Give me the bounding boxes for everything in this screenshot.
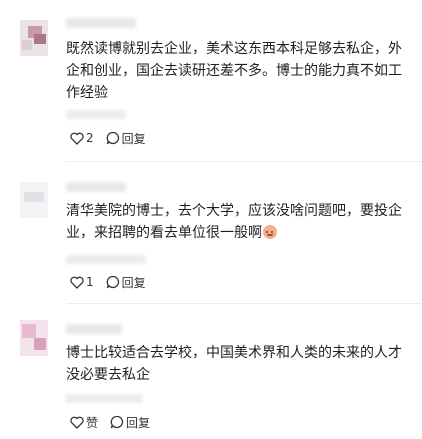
username-obscured [66, 182, 126, 192]
reply-label: 回复 [121, 131, 146, 146]
comment-meta-obscured [66, 110, 126, 119]
comment-actions: 2 回复 [70, 130, 158, 146]
comment-body: 清华美院的博士，去个大学，应该没啥问题吧，要投企业，来招聘的看去单位很一般啊 [66, 203, 402, 241]
like-label: 赞 [86, 415, 99, 430]
username-obscured [66, 18, 136, 28]
reply-label: 回复 [126, 415, 151, 430]
comment-text: 清华美院的博士，去个大学，应该没啥问题吧，要投企业，来招聘的看去单位很一般啊 [66, 200, 408, 244]
speech-bubble-icon [106, 275, 119, 289]
heart-icon [70, 276, 84, 289]
reply-button[interactable]: 回复 [110, 414, 150, 431]
avatar[interactable] [20, 320, 48, 356]
avatar[interactable] [20, 20, 48, 56]
reply-button[interactable]: 回复 [106, 130, 146, 147]
heart-icon [70, 132, 84, 145]
speech-bubble-icon [110, 415, 124, 429]
avatar[interactable] [20, 182, 48, 218]
comment-meta-obscured [66, 394, 142, 403]
reply-button[interactable]: 回复 [106, 274, 146, 291]
comment-item: 博士比较适合去学校，中国美术界和人类的未来的人才没必要去私企 赞 回复 [0, 304, 422, 439]
speech-bubble-icon [106, 131, 119, 145]
username-obscured [66, 324, 122, 334]
emoji-icon [263, 225, 277, 239]
comment-item: 清华美院的博士，去个大学，应该没啥问题吧，要投企业，来招聘的看去单位很一般啊 1… [0, 162, 422, 304]
comment-actions: 1 回复 [70, 274, 158, 290]
comment-text: 博士比较适合去学校，中国美术界和人类的未来的人才没必要去私企 [66, 345, 402, 383]
like-button[interactable]: 2 [70, 131, 94, 145]
comment-text: 既然读博就别去企业，美术这东西本科足够去私企，外企和创业，国企去读研还差不多。博… [66, 41, 402, 101]
reply-label: 回复 [121, 275, 146, 290]
heart-icon [70, 416, 84, 429]
like-button[interactable]: 1 [70, 275, 94, 289]
comment-item: 既然读博就别去企业，美术这东西本科足够去私企，外企和创业，国企去读研还差不多。博… [0, 0, 422, 160]
comment-actions: 赞 回复 [70, 414, 162, 430]
comment-meta-obscured [66, 255, 146, 264]
like-count: 2 [86, 131, 94, 145]
like-count: 1 [86, 275, 94, 289]
like-button[interactable]: 赞 [70, 414, 98, 431]
